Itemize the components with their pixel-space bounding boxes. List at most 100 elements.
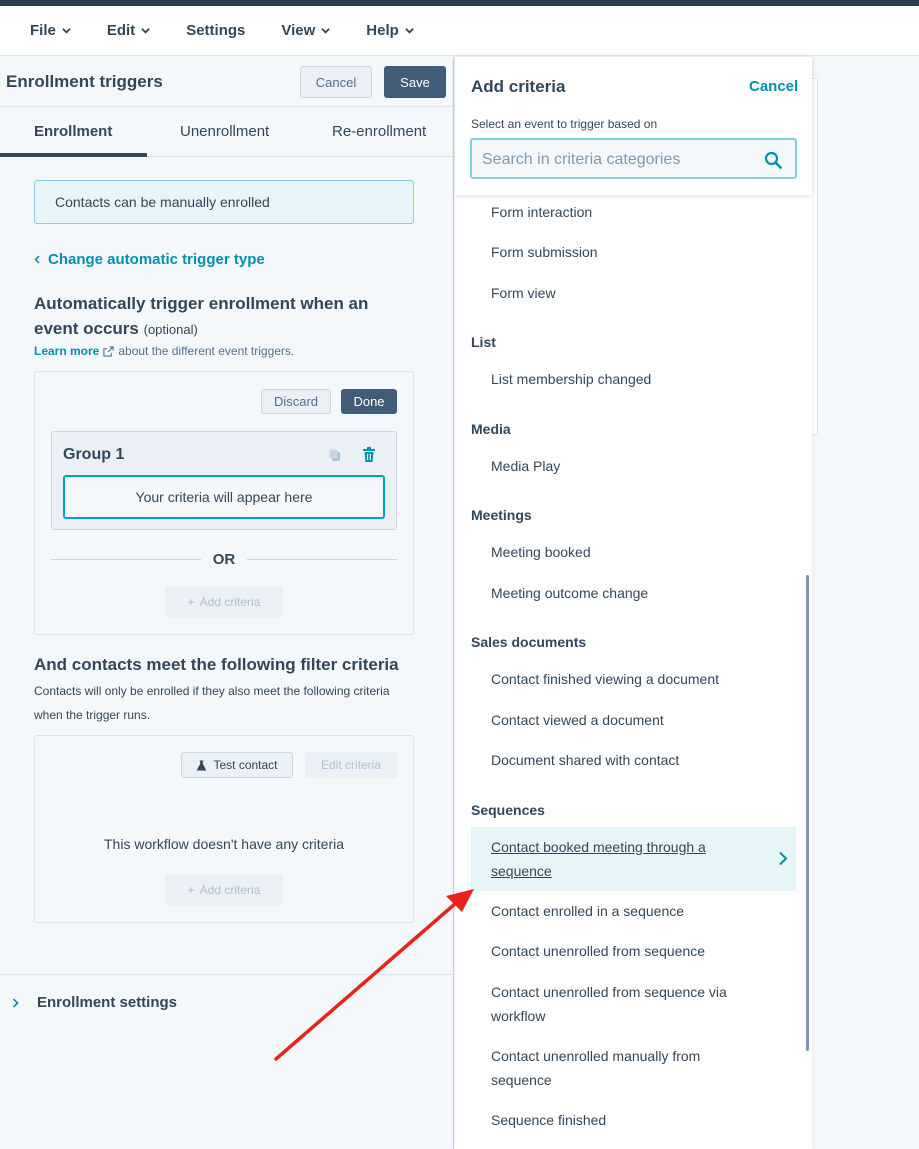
list-item[interactable]: Contact viewed a document: [491, 708, 753, 732]
filter-criteria-box: Test contact Edit criteria This workflow…: [34, 735, 414, 923]
test-contact-label: Test contact: [213, 758, 278, 772]
search-box: [470, 138, 797, 179]
category-heading-sales-documents: Sales documents: [471, 634, 587, 650]
copy-icon[interactable]: [328, 448, 342, 462]
list-item[interactable]: Contact unenrolled from sequence: [491, 939, 753, 963]
active-tab-indicator: [0, 153, 147, 157]
chevron-right-icon: [779, 851, 788, 866]
flask-icon: [197, 759, 207, 771]
add-criteria-hint: Select an event to trigger based on: [471, 117, 658, 131]
section-divider: [0, 974, 454, 975]
add-criteria-cancel-link[interactable]: Cancel: [749, 78, 798, 95]
criteria-group: Group 1 Your criteria will appear here: [51, 431, 397, 530]
add-criteria-label: Add criteria: [199, 883, 261, 897]
panel-title: Enrollment triggers: [6, 71, 163, 91]
add-criteria-label: Add criteria: [199, 595, 261, 609]
list-item[interactable]: List membership changed: [491, 367, 753, 391]
chevron-right-icon: [12, 997, 19, 1008]
search-icon[interactable]: [764, 151, 782, 169]
chevron-down-icon: [141, 28, 150, 34]
menu-settings[interactable]: Settings: [186, 22, 245, 39]
menu-edit-label: Edit: [106, 22, 136, 39]
optional-label: (optional): [143, 322, 198, 337]
enrollment-settings-toggle[interactable]: Enrollment settings: [12, 994, 177, 1011]
learn-more-link[interactable]: Learn more: [34, 344, 99, 358]
list-item[interactable]: Meeting booked: [491, 540, 753, 564]
menu-view-label: View: [281, 22, 316, 39]
highlighted-item-label: Contact booked meeting through a sequenc…: [491, 839, 706, 879]
chevron-down-icon: [321, 28, 331, 34]
trigger-criteria-box: Discard Done Group 1 Your criteria will …: [34, 371, 414, 635]
add-filter-criteria-button[interactable]: + Add criteria: [165, 874, 283, 906]
list-item[interactable]: Sequence finished: [491, 1108, 753, 1132]
plus-icon: +: [187, 883, 195, 897]
menu-settings-label: Settings: [186, 22, 246, 39]
add-criteria-header: Add criteria Cancel Select an event to t…: [455, 57, 812, 195]
discard-button[interactable]: Discard: [261, 389, 331, 414]
scrollbar[interactable]: [806, 575, 809, 1051]
cancel-button[interactable]: Cancel: [300, 66, 372, 98]
no-criteria-text: This workflow doesn't have any criteria: [104, 836, 344, 852]
add-criteria-panel: Form interaction Form submission Form vi…: [455, 57, 812, 1149]
background-card-edge: [812, 78, 818, 435]
chevron-left-icon: [34, 255, 40, 264]
list-item[interactable]: Contact unenrolled manually from sequenc…: [491, 1044, 753, 1092]
search-input[interactable]: [482, 150, 752, 170]
list-item[interactable]: Contact finished viewing a document: [491, 667, 753, 691]
panel-header: Enrollment triggers Cancel Save: [0, 57, 453, 107]
save-button[interactable]: Save: [384, 66, 446, 98]
menu-help-label: Help: [366, 22, 399, 39]
enrollment-triggers-panel: Enrollment triggers Cancel Save Enrollme…: [0, 57, 454, 1149]
divider-line: [51, 558, 201, 560]
criteria-placeholder: Your criteria will appear here: [63, 475, 385, 519]
add-criteria-title: Add criteria: [471, 77, 566, 96]
category-heading-sequences: Sequences: [471, 802, 545, 818]
add-criteria-button[interactable]: + Add criteria: [165, 586, 283, 618]
edit-criteria-button[interactable]: Edit criteria: [305, 752, 397, 778]
change-trigger-type-link[interactable]: Change automatic trigger type: [34, 251, 265, 268]
list-item[interactable]: Form submission: [491, 240, 753, 264]
learn-more-suffix: about the different event triggers.: [118, 344, 295, 358]
tab-enrollment[interactable]: Enrollment: [34, 123, 112, 140]
done-button[interactable]: Done: [341, 389, 397, 414]
divider-line: [247, 558, 397, 560]
manual-enroll-text: Contacts can be manually enrolled: [55, 194, 270, 210]
list-item[interactable]: Media Play: [491, 454, 753, 478]
menu-file-label: File: [30, 22, 56, 39]
chevron-down-icon: [62, 28, 71, 34]
list-item[interactable]: Form view: [491, 281, 753, 305]
menu-bar: File Edit Settings View Help: [0, 6, 919, 56]
list-item[interactable]: Document shared with contact: [491, 748, 753, 772]
change-trigger-type-label: Change automatic trigger type: [48, 251, 265, 268]
highlighted-list-item[interactable]: Contact booked meeting through a sequenc…: [471, 827, 796, 891]
tab-re-enrollment[interactable]: Re-enrollment: [332, 123, 426, 140]
chevron-down-icon: [405, 28, 414, 34]
list-item[interactable]: Contact enrolled in a sequence: [491, 899, 753, 923]
filter-criteria-description: Contacts will only be enrolled if they a…: [34, 684, 390, 722]
menu-edit[interactable]: Edit: [107, 22, 150, 39]
auto-trigger-heading: Automatically trigger enrollment when an…: [34, 291, 414, 342]
tab-unenrollment[interactable]: Unenrollment: [180, 123, 269, 140]
menu-view[interactable]: View: [281, 22, 331, 39]
or-label: OR: [212, 550, 236, 568]
group-title: Group 1: [63, 446, 125, 463]
test-contact-button[interactable]: Test contact: [181, 752, 293, 778]
auto-trigger-heading-text: Automatically trigger enrollment when an…: [34, 294, 369, 338]
list-item[interactable]: Meeting outcome change: [491, 581, 753, 605]
trigger-tabs: Enrollment Unenrollment Re-enrollment: [0, 107, 453, 157]
menu-help[interactable]: Help: [366, 22, 414, 39]
manual-enroll-info: Contacts can be manually enrolled: [34, 180, 414, 224]
plus-icon: +: [187, 595, 195, 609]
filter-criteria-heading: And contacts meet the following filter c…: [34, 655, 399, 674]
learn-more-row: Learn more about the different event tri…: [34, 344, 294, 358]
category-heading-list: List: [471, 334, 496, 350]
category-heading-meetings: Meetings: [471, 507, 532, 523]
list-item[interactable]: Contact unenrolled from sequence via wor…: [491, 980, 753, 1028]
external-link-icon: [103, 345, 114, 357]
menu-file[interactable]: File: [30, 22, 71, 39]
criteria-category-list: Form interaction Form submission Form vi…: [455, 57, 812, 1149]
trash-icon[interactable]: [362, 447, 376, 463]
list-item[interactable]: Form interaction: [491, 200, 753, 224]
category-heading-media: Media: [471, 421, 511, 437]
or-divider: OR: [51, 549, 397, 569]
